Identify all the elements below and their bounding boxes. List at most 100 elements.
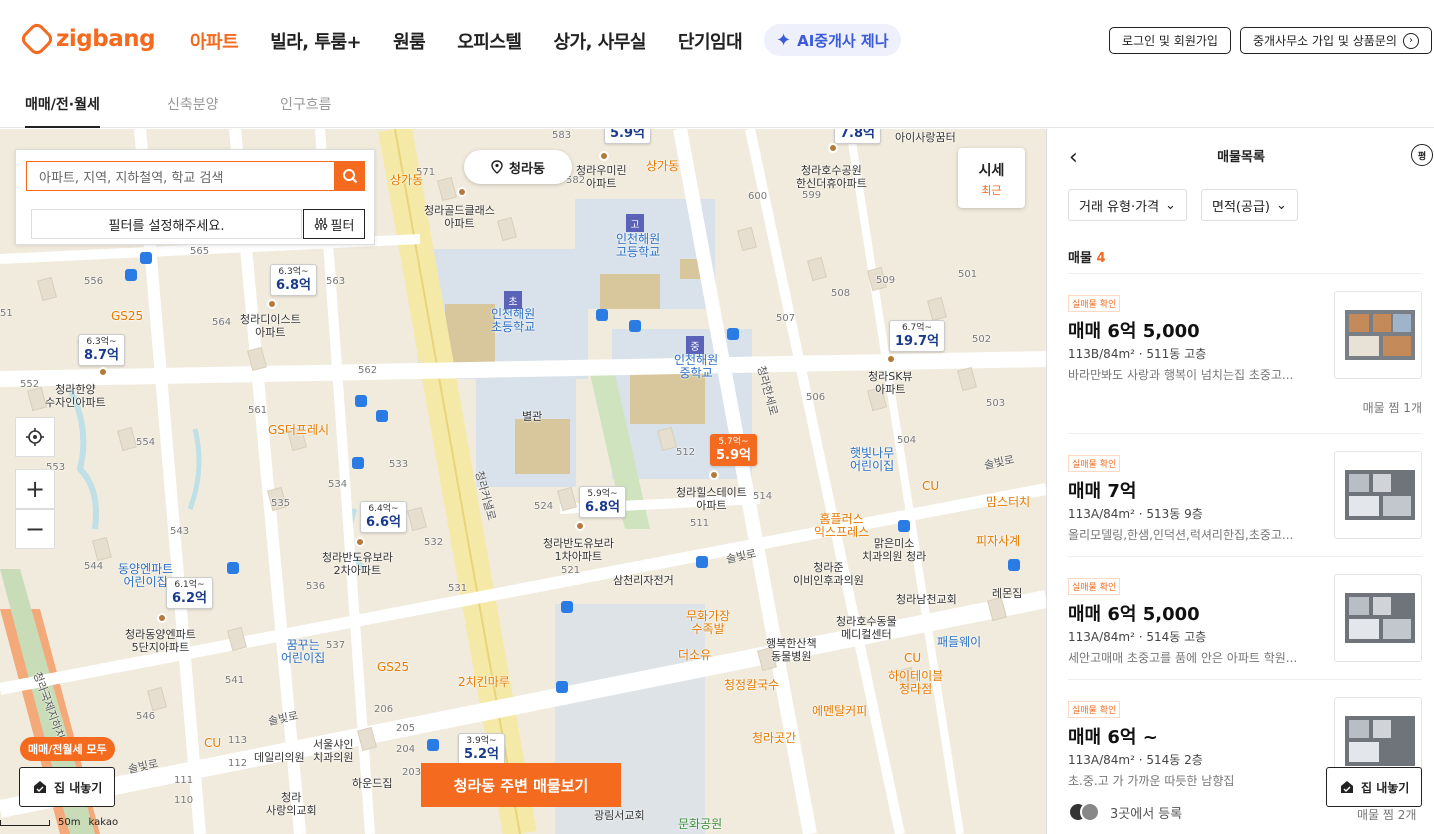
- listing-item[interactable]: 실매물 확인 매매 7억 113A/84m² · 513동 9층 올리모델링,한…: [1068, 433, 1422, 556]
- nearby-listings-button[interactable]: 청라동 주변 매물보기: [421, 763, 621, 807]
- map-label-dongyang[interactable]: 청라동양엔파트 5단지아파트: [125, 628, 196, 654]
- school-marker-mid[interactable]: 중: [686, 336, 704, 354]
- apartment-pin[interactable]: [886, 354, 896, 364]
- bus-stop-icon[interactable]: [352, 457, 364, 469]
- map-label-bando2[interactable]: 청라반도유보라 2차아파트: [322, 551, 393, 577]
- bus-stop-icon[interactable]: [355, 395, 367, 407]
- list-house-button[interactable]: 집 내놓기: [19, 767, 116, 807]
- map-label-daily-clinic[interactable]: 데일리의원: [254, 751, 305, 764]
- zoom-in-button[interactable]: +: [15, 469, 55, 509]
- map-label-munhwa-park[interactable]: 문화공원: [678, 818, 722, 831]
- map-label-gs25-2[interactable]: GS25: [377, 661, 409, 674]
- zoom-out-button[interactable]: −: [15, 509, 55, 549]
- apartment-pin[interactable]: [709, 470, 719, 480]
- nav-item-commercial[interactable]: 상가, 사무실: [554, 28, 647, 54]
- map-label-mid-school[interactable]: 인천해원 중학교: [674, 354, 718, 380]
- map-label-sanggadong[interactable]: 상가동: [390, 174, 423, 187]
- zigbang-logo[interactable]: zigbang: [18, 20, 156, 58]
- map-label-deosu[interactable]: 더소유: [678, 649, 711, 662]
- apartment-pin[interactable]: [575, 521, 585, 531]
- filter-message[interactable]: 필터를 설정해주세요.: [31, 209, 302, 239]
- price-marker[interactable]: 3.9억~ 5.2억: [458, 733, 505, 765]
- map-label-hills[interactable]: 청라힐스테이트 아파트: [676, 486, 747, 512]
- school-marker-elem[interactable]: 초: [504, 291, 522, 309]
- map-label-gwangrim-church[interactable]: 광림서교회: [594, 809, 645, 822]
- map-label-cu[interactable]: CU: [922, 480, 939, 493]
- listing-item[interactable]: 실매물 확인 매매 6억 5,000 113A/84m² · 514동 고층 세…: [1068, 556, 1422, 679]
- map-label-malgeun[interactable]: 맑은미소 치과의원 청라: [862, 537, 926, 563]
- map-label-sanggadong-2[interactable]: 상가동: [646, 160, 679, 173]
- bus-stop-icon[interactable]: [556, 681, 568, 693]
- nav-item-oneroom[interactable]: 원룸: [393, 28, 426, 54]
- nav-item-villa[interactable]: 빌라, 투룸+: [270, 28, 361, 54]
- map-label-kkum-kinder[interactable]: 꿈꾸는 어린이집: [281, 639, 325, 665]
- map-label-namcheon-church[interactable]: 청라남천교회: [896, 593, 957, 606]
- listing-item[interactable]: 실매물 확인 매매 6억 5,000 113B/84m² · 511동 고층 바…: [1068, 273, 1422, 433]
- bus-stop-icon[interactable]: [227, 562, 239, 574]
- map-label-chicken[interactable]: 2치킨마루: [458, 676, 510, 689]
- map-label-momstouch[interactable]: 맘스터치: [986, 496, 1030, 509]
- map-label-happy-walk[interactable]: 행복한산책 동물병원: [766, 637, 817, 663]
- map-label-high-school[interactable]: 인천해원 고등학교: [616, 233, 660, 259]
- apartment-pin[interactable]: [457, 187, 467, 197]
- nav-item-apartment[interactable]: 아파트: [190, 28, 239, 54]
- deal-type-chip[interactable]: 매매/전월세 모두: [20, 737, 115, 761]
- map-label-muhwa[interactable]: 무화가장 수족발: [686, 610, 730, 636]
- map-label-hanyang[interactable]: 청라한양 수자인아파트: [45, 383, 106, 409]
- area-dropdown[interactable]: 면적(공급) ⌄: [1201, 189, 1298, 221]
- apartment-pin[interactable]: [157, 613, 167, 623]
- bus-stop-icon[interactable]: [1008, 559, 1020, 571]
- tab-sale-rent[interactable]: 매매/전·월세: [25, 94, 100, 128]
- bus-stop-icon[interactable]: [596, 309, 608, 321]
- map-label-chungrajun[interactable]: 청라준 이비인후과의원: [793, 561, 864, 587]
- map-label-lemon[interactable]: 레몬집: [992, 587, 1022, 600]
- location-chip[interactable]: 청라동: [464, 150, 572, 184]
- map-label-cheongjeong[interactable]: 청정칼국수: [724, 679, 779, 692]
- price-marker[interactable]: 6.7억~ 19.7억: [889, 320, 946, 352]
- map-label-homeplus[interactable]: 홈플러스 익스프레스: [814, 513, 869, 539]
- map-label-umirin[interactable]: 청라우미린 아파트: [576, 164, 627, 190]
- map-label-houndjip[interactable]: 하운드집: [352, 777, 392, 790]
- map-label-skview[interactable]: 청라SK뷰 아파트: [868, 370, 913, 396]
- panel-list-house-button[interactable]: 집 내놓기: [1326, 767, 1423, 807]
- agency-signup-button[interactable]: 중개사무소 가입 및 상품문의 ›: [1240, 27, 1432, 54]
- search-button[interactable]: [334, 161, 365, 191]
- school-marker-high[interactable]: 고: [626, 214, 644, 232]
- map-label-cheongra-gut[interactable]: 청라곳간: [752, 732, 796, 745]
- map-label-pizza[interactable]: 피자사계: [976, 535, 1020, 548]
- map-label-hosupark[interactable]: 청라호수공원 한신더휴아파트: [796, 164, 867, 190]
- price-marker-selected[interactable]: 5.7억~ 5.9억: [710, 434, 757, 466]
- map-label-hatbit-kinder[interactable]: 햇빛나무 어린이집: [850, 447, 894, 473]
- map-label-hosu-animal[interactable]: 청라호수동물 메디컬센터: [836, 615, 897, 641]
- pyeong-toggle-icon[interactable]: 평: [1411, 144, 1433, 166]
- search-input[interactable]: 아파트, 지역, 지하철역, 학교 검색: [26, 161, 334, 191]
- map-label-elem-school[interactable]: 인천해원 초등학교: [491, 308, 535, 334]
- bus-stop-icon[interactable]: [561, 601, 573, 613]
- apartment-pin[interactable]: [828, 143, 838, 153]
- deal-price-dropdown[interactable]: 거래 유형·가격 ⌄: [1068, 189, 1187, 221]
- bus-stop-icon[interactable]: [427, 739, 439, 751]
- tab-new-sale[interactable]: 신축분양: [167, 94, 219, 114]
- map-label-bando1[interactable]: 청라반도유보라 1차아파트: [543, 537, 614, 563]
- current-location-button[interactable]: [15, 417, 55, 457]
- apartment-pin[interactable]: [267, 299, 277, 309]
- map-label-aisarang[interactable]: 아이사랑꿈터: [895, 131, 956, 144]
- filter-button[interactable]: 필터: [303, 209, 365, 239]
- map-label-gs-fresh[interactable]: GS더프레시: [268, 424, 329, 437]
- bus-stop-icon[interactable]: [125, 269, 137, 281]
- map-label-cu-2[interactable]: CU: [904, 652, 921, 665]
- price-marker[interactable]: 5.9억~ 6.8억: [579, 486, 626, 518]
- nav-item-officetel[interactable]: 오피스텔: [457, 28, 522, 54]
- map-label-cu-3[interactable]: CU: [204, 737, 221, 750]
- price-marker[interactable]: 6.3억~ 6.8억: [270, 264, 317, 296]
- price-marker[interactable]: 6.4억~ 6.6억: [360, 501, 407, 533]
- bus-stop-icon[interactable]: [376, 410, 388, 422]
- bus-stop-icon[interactable]: [696, 556, 708, 568]
- bus-stop-icon[interactable]: [140, 252, 152, 264]
- bus-stop-icon[interactable]: [629, 320, 641, 332]
- map-label-east[interactable]: 청라디이스트 아파트: [240, 313, 301, 339]
- bus-stop-icon[interactable]: [727, 328, 739, 340]
- price-trend-button[interactable]: 시세 최근: [958, 148, 1025, 208]
- apartment-pin[interactable]: [599, 151, 609, 161]
- nav-item-shortterm[interactable]: 단기임대: [678, 28, 743, 54]
